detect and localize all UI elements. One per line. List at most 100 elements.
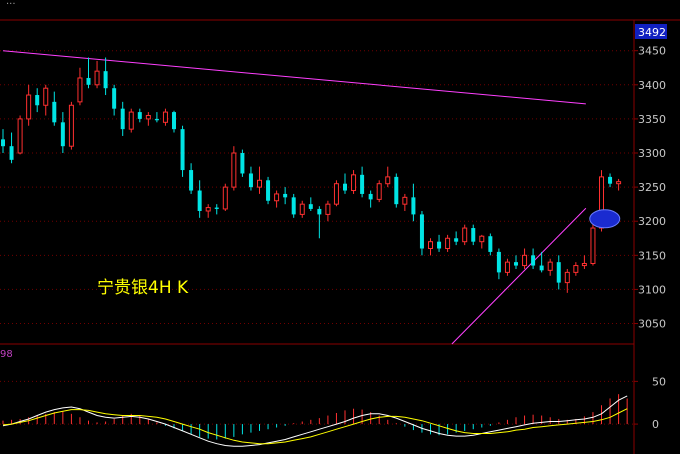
candle [454, 231, 459, 246]
candle [351, 170, 357, 194]
macd-tick-label: 0 [652, 418, 659, 431]
candle-body-up [205, 207, 211, 212]
candle [266, 176, 271, 205]
macd-panel: 98 50 0 [0, 349, 666, 447]
candle-body-down [437, 241, 442, 249]
candle [462, 224, 468, 246]
candle [547, 258, 553, 276]
candle-body-down [35, 95, 40, 106]
candle-body-up [428, 241, 433, 250]
candle-body-up [385, 176, 391, 185]
macd-histogram [2, 394, 628, 440]
price-axis-ticks: 3450 3400 3350 3300 3250 3200 3150 3100 3050 [634, 45, 666, 331]
highlight-ellipse [589, 209, 621, 229]
candle [504, 258, 510, 276]
candle-body-down [308, 204, 313, 209]
candle [471, 224, 476, 246]
candle-body-up [402, 196, 408, 205]
candle [222, 183, 228, 211]
candle [1, 129, 5, 154]
candle [240, 149, 245, 177]
candle [274, 190, 280, 208]
candle [394, 173, 399, 208]
candle [496, 248, 501, 280]
candle [248, 166, 253, 191]
candle [77, 67, 83, 106]
candle-body-down [608, 176, 613, 184]
candle-body-down [120, 108, 125, 130]
candle-body-up [547, 261, 553, 271]
candle-body-down [317, 208, 322, 215]
candle-body-down [360, 174, 365, 194]
candle [590, 221, 596, 266]
candle-body-down [454, 238, 459, 242]
candle [308, 197, 313, 211]
trendline-resistance [2, 50, 586, 105]
candle-body-up [351, 174, 357, 192]
price-tick-label: 3250 [638, 181, 666, 194]
candle-body-down [60, 122, 65, 147]
candle [437, 234, 442, 252]
candle [411, 183, 416, 222]
candle-body-up [257, 179, 262, 188]
candle-body-down [394, 176, 399, 205]
candle [419, 210, 424, 256]
candle-body-down [539, 265, 544, 271]
candle-body-up [504, 261, 510, 273]
candle [581, 255, 587, 269]
candle-body-down [368, 193, 373, 200]
indicator-label: 98 [0, 349, 13, 360]
candle-body-up [274, 193, 280, 202]
candle [257, 166, 262, 194]
candle-body-up [231, 152, 237, 188]
price-tick-label: 3350 [638, 113, 666, 126]
candle [402, 193, 408, 211]
candle-body-down [556, 262, 561, 283]
candle-body-up [522, 254, 528, 267]
candle [43, 84, 49, 116]
price-tick-label: 3200 [638, 215, 666, 228]
candle [137, 108, 142, 123]
candle [368, 190, 373, 208]
candle [385, 166, 391, 188]
price-grid [0, 50, 634, 325]
candle-body-down [52, 101, 57, 123]
candle [189, 163, 194, 194]
candle [445, 234, 451, 252]
candle-body-down [86, 77, 91, 85]
candle-body-down [266, 180, 271, 201]
candle-body-down [172, 112, 176, 130]
candle-body-down [291, 197, 296, 215]
price-tick-label: 3400 [638, 79, 666, 92]
candle [103, 57, 108, 96]
candle [162, 108, 168, 126]
candle [154, 112, 159, 123]
header-strip [0, 0, 680, 5]
candle [428, 238, 433, 256]
candle [573, 262, 579, 276]
candle [343, 173, 347, 194]
candle [68, 101, 74, 150]
candle [128, 108, 134, 133]
candle-body-down [137, 112, 142, 119]
candle-body-down [112, 88, 117, 109]
candle-body-up [333, 183, 339, 205]
candle [112, 84, 117, 116]
candle-body-up [94, 70, 100, 86]
candle [522, 248, 528, 269]
candle-body-down [283, 193, 288, 198]
candle [214, 204, 219, 215]
candle-body-down [240, 153, 245, 174]
candle [325, 200, 331, 222]
candlesticks [1, 57, 622, 293]
current-price-label: 3492 [638, 26, 666, 39]
candle [616, 178, 622, 191]
candle [531, 248, 536, 269]
candle-body-down [471, 228, 476, 242]
candle-body-down [197, 190, 202, 211]
candle-body-up [479, 235, 485, 243]
candle-body-up [590, 227, 596, 265]
candle-body-down [189, 170, 194, 191]
candle-body-up [162, 111, 168, 123]
candle [94, 60, 100, 89]
